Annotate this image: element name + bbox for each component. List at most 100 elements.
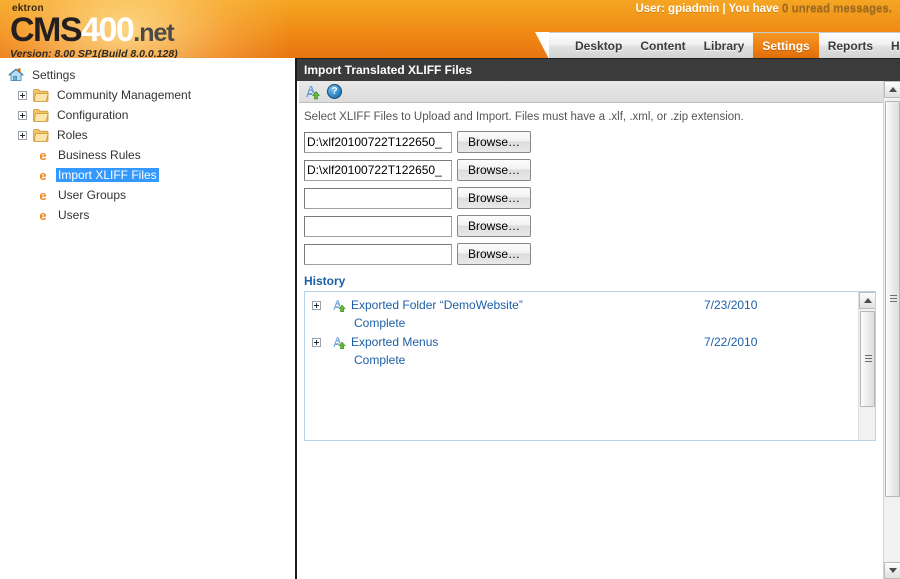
logo-product-text: CMS400.net bbox=[10, 13, 178, 47]
history-item-date: 7/23/2010 bbox=[704, 298, 758, 312]
nav-tab-desktop[interactable]: Desktop bbox=[566, 33, 631, 58]
history-item-row: Exported Menus 7/22/2010 bbox=[312, 333, 857, 351]
ektron-e-icon: e bbox=[36, 189, 50, 202]
ektron-e-icon: e bbox=[39, 167, 47, 183]
history-heading: History bbox=[304, 274, 346, 288]
sidebar-item-community-management[interactable]: Community Management bbox=[0, 85, 295, 105]
nav-tab-help[interactable]: Help bbox=[882, 33, 900, 58]
import-xliff-icon[interactable] bbox=[304, 84, 320, 100]
folder-icon bbox=[33, 128, 49, 142]
browse-button-3[interactable]: Browse… bbox=[457, 187, 531, 209]
history-item: Exported Menus 7/22/2010 Complete bbox=[312, 333, 857, 369]
history-item-name[interactable]: Exported Menus bbox=[351, 335, 438, 349]
scroll-grip-icon bbox=[890, 295, 897, 303]
export-icon bbox=[333, 299, 346, 312]
history-item: Exported Folder “DemoWebsite” 7/23/2010 Co… bbox=[312, 296, 857, 332]
toolbar-help-glyph: ? bbox=[331, 85, 338, 97]
page-scroll-up-button[interactable] bbox=[884, 81, 900, 98]
sidebar-item-settings[interactable]: Settings bbox=[0, 65, 295, 85]
version-label: Version: 8.00 SP1(Build 8.0.0.128) bbox=[10, 48, 178, 58]
sidebar-item-configuration[interactable]: Configuration bbox=[0, 105, 295, 125]
history-item-status: Complete bbox=[354, 316, 406, 330]
file-path-input-3[interactable] bbox=[304, 187, 452, 209]
page-scrollbar[interactable] bbox=[883, 81, 900, 579]
sidebar-item-business-rules[interactable]: e Business Rules bbox=[0, 145, 295, 165]
expand-toggle-icon[interactable] bbox=[312, 337, 321, 347]
history-scroll-thumb[interactable] bbox=[860, 311, 875, 407]
ektron-e-icon: e bbox=[39, 187, 47, 203]
upload-row: Browse… bbox=[304, 159, 883, 181]
expand-toggle-icon[interactable] bbox=[18, 130, 27, 140]
sidebar-item-label: Roles bbox=[57, 128, 88, 142]
history-scroll-up-button[interactable] bbox=[859, 292, 875, 309]
user-name-text: User: gpiadmin | You have bbox=[635, 3, 779, 15]
sidebar-item-label: Users bbox=[58, 208, 90, 222]
file-path-input-5[interactable] bbox=[304, 243, 452, 265]
browse-button-2[interactable]: Browse… bbox=[457, 159, 531, 181]
history-item-date: 7/22/2010 bbox=[704, 335, 758, 349]
application-window: ektron CMS400.net Version: 8.00 SP1(Buil… bbox=[0, 0, 900, 579]
settings-sidebar: Settings Community Management Configuratio… bbox=[0, 58, 297, 579]
history-scrollbar[interactable] bbox=[858, 292, 875, 440]
main-content: ? Select XLIFF Files to Upload and Impor… bbox=[299, 81, 900, 579]
page-scroll-down-button[interactable] bbox=[884, 562, 900, 579]
upload-rows-container: Browse… Browse… Browse… Browse… Browse… bbox=[304, 131, 883, 265]
page-title: Import Translated XLIFF Files bbox=[304, 63, 473, 77]
chevron-up-icon bbox=[863, 298, 872, 303]
history-item-name[interactable]: Exported Folder “DemoWebsite” bbox=[351, 298, 523, 312]
folder-icon bbox=[33, 108, 49, 122]
sidebar-item-label: Configuration bbox=[57, 108, 129, 122]
sidebar-item-import-xliff-files[interactable]: e Import XLIFF Files bbox=[0, 165, 295, 185]
browse-button-1[interactable]: Browse… bbox=[457, 131, 531, 153]
sidebar-item-roles[interactable]: Roles bbox=[0, 125, 295, 145]
sidebar-item-label: Settings bbox=[32, 68, 76, 82]
content-toolbar: ? bbox=[299, 81, 883, 103]
ektron-e-icon: e bbox=[39, 207, 47, 223]
ektron-e-icon: e bbox=[36, 209, 50, 222]
expand-toggle-icon[interactable] bbox=[18, 110, 27, 120]
history-panel: Exported Folder “DemoWebsite” 7/23/2010 Co… bbox=[304, 291, 876, 441]
app-header: ektron CMS400.net Version: 8.00 SP1(Buil… bbox=[0, 0, 900, 58]
toolbar-help-icon[interactable]: ? bbox=[327, 84, 342, 99]
upload-row: Browse… bbox=[304, 187, 883, 209]
sidebar-item-label: Community Management bbox=[57, 88, 192, 102]
history-item-status: Complete bbox=[354, 353, 406, 367]
browse-button-5[interactable]: Browse… bbox=[457, 243, 531, 265]
nav-tab-settings[interactable]: Settings bbox=[753, 33, 819, 58]
folder-icon bbox=[33, 88, 49, 102]
page-scroll-thumb[interactable] bbox=[885, 101, 900, 497]
sidebar-item-user-groups[interactable]: e User Groups bbox=[0, 185, 295, 205]
instructions-text: Select XLIFF Files to Upload and Import.… bbox=[304, 111, 744, 123]
import-pane: Select XLIFF Files to Upload and Import.… bbox=[299, 104, 883, 579]
browse-button-4[interactable]: Browse… bbox=[457, 215, 531, 237]
expand-toggle-icon[interactable] bbox=[18, 90, 27, 100]
logo-cms-text: CMS bbox=[10, 11, 83, 49]
chevron-up-icon bbox=[888, 87, 897, 92]
ektron-logo: ektron CMS400.net Version: 8.00 SP1(Buil… bbox=[10, 4, 178, 59]
page-titlebar: ? Import Translated XLIFF Files bbox=[276, 58, 900, 81]
export-icon bbox=[333, 336, 346, 349]
expand-toggle-icon[interactable] bbox=[312, 300, 321, 310]
upload-row: Browse… bbox=[304, 131, 883, 153]
file-path-input-2[interactable] bbox=[304, 159, 452, 181]
sidebar-item-label: Business Rules bbox=[58, 148, 141, 162]
history-list: Exported Folder “DemoWebsite” 7/23/2010 Co… bbox=[305, 292, 857, 370]
main-navigation: DesktopContentLibrarySettingsReportsHelp bbox=[535, 32, 900, 58]
home-icon bbox=[8, 68, 24, 82]
unread-messages-count[interactable]: 0 unread messages. bbox=[782, 3, 892, 15]
logo-net-text: .net bbox=[133, 19, 174, 47]
nav-tab-reports[interactable]: Reports bbox=[819, 33, 882, 58]
nav-tab-content[interactable]: Content bbox=[631, 33, 694, 58]
sidebar-item-users[interactable]: e Users bbox=[0, 205, 295, 225]
user-status-line: User: gpiadmin | You have 0 unread messa… bbox=[635, 3, 892, 15]
export-icon bbox=[326, 335, 346, 350]
ektron-e-icon: e bbox=[36, 169, 50, 182]
file-path-input-1[interactable] bbox=[304, 131, 452, 153]
sidebar-item-label: User Groups bbox=[58, 188, 127, 202]
sidebar-item-label: Import XLIFF Files bbox=[56, 168, 159, 182]
upload-row: Browse… bbox=[304, 243, 883, 265]
file-path-input-4[interactable] bbox=[304, 215, 452, 237]
nav-tab-library[interactable]: Library bbox=[695, 33, 754, 58]
ektron-e-icon: e bbox=[36, 149, 50, 162]
logo-400-text: 400 bbox=[81, 11, 135, 49]
